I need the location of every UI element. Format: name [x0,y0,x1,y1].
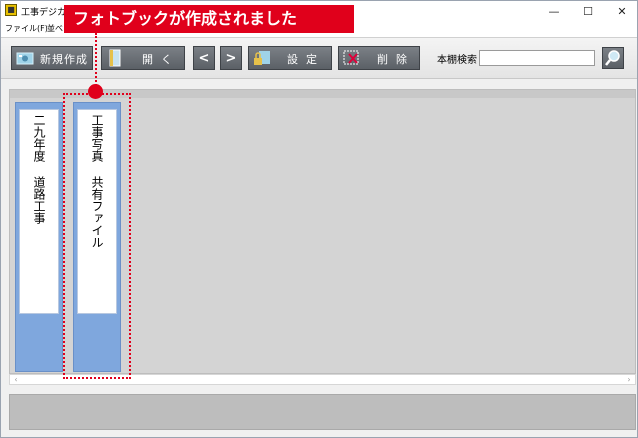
settings-button[interactable]: 設定 [248,46,332,70]
book-spine-label: 二九年度 道路工事 [19,109,59,314]
new-button[interactable]: 新規作成 [11,46,93,70]
chevron-right-icon: > [225,50,237,66]
minimize-button[interactable]: — [537,1,571,21]
open-label: 開く [142,53,180,66]
status-area [9,394,636,430]
scroll-right-icon[interactable]: › [623,375,635,384]
menu-arrange[interactable]: 並べ [47,23,63,34]
search-label: 本棚検索 [437,55,477,66]
scroll-left-icon[interactable]: ‹ [10,375,22,384]
highlight-frame [63,93,131,379]
search-button[interactable] [602,47,624,69]
delete-label: 削除 [377,53,415,66]
settings-label: 設定 [287,53,325,66]
new-photobook-icon [16,50,34,66]
next-button[interactable]: > [220,46,242,70]
callout-marker [88,84,103,99]
lock-settings-icon [253,50,271,66]
app-icon: ■ [5,4,17,16]
delete-x-icon [343,50,361,66]
prev-button[interactable]: < [193,46,215,70]
menu-file[interactable]: ファイル(F) [5,23,48,34]
delete-button[interactable]: 削除 [338,46,420,70]
callout-connector [95,33,97,90]
open-book-icon [106,49,124,67]
magnifier-icon [605,50,620,66]
search-input[interactable] [479,50,595,66]
book-item[interactable]: 二九年度 道路工事 [15,102,63,372]
open-button[interactable]: 開く [101,46,185,70]
close-button[interactable]: ✕ [605,1,637,21]
book-title: 二九年度 道路工事 [32,114,46,224]
new-label: 新規作成 [40,53,88,66]
callout-banner: フォトブックが作成されました [64,5,354,33]
maximize-button[interactable]: ☐ [571,1,605,21]
chevron-left-icon: < [198,50,210,66]
